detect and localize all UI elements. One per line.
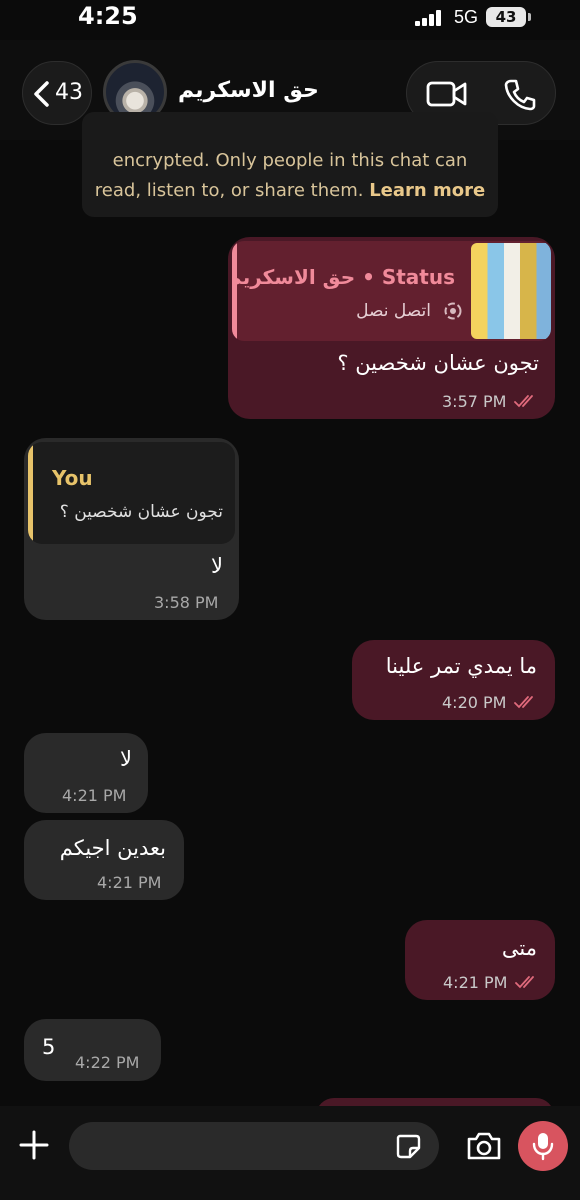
reply-subtitle: تجون عشان شخصين ؟ — [59, 502, 223, 522]
microphone-icon — [532, 1133, 554, 1161]
message-bubble-outgoing[interactable]: Status • حق الاسكريم اتصل نصل تجون عشان … — [228, 237, 555, 419]
message-time: 3:57 PM — [442, 392, 507, 411]
message-text: 5 — [42, 1035, 56, 1059]
message-time: 4:21 PM — [97, 873, 162, 892]
reply-subtitle: اتصل نصل — [356, 301, 431, 321]
message-text: لا — [120, 747, 132, 771]
status-reply-preview[interactable]: Status • حق الاسكريم اتصل نصل — [232, 241, 551, 341]
message-bubble-incoming[interactable]: You تجون عشان شخصين ؟ لا 3:58 PM — [24, 438, 239, 620]
reply-title: You — [52, 466, 93, 490]
signal-icon — [415, 10, 445, 26]
read-receipt-icon — [514, 696, 533, 709]
battery-icon: 43 — [486, 7, 526, 27]
chat-title[interactable]: حق الاسكريم — [178, 78, 319, 103]
status-ring-icon — [444, 302, 462, 320]
encryption-notice: encrypted. Only people in this chat can … — [82, 112, 498, 217]
message-time: 3:58 PM — [154, 593, 219, 612]
video-call-icon[interactable] — [425, 78, 469, 110]
quoted-reply[interactable]: You تجون عشان شخصين ؟ — [28, 442, 235, 544]
camera-icon[interactable] — [466, 1131, 502, 1161]
message-time: 4:21 PM — [443, 973, 508, 992]
message-time: 4:22 PM — [75, 1053, 140, 1072]
status-time: 4:25 — [78, 2, 138, 30]
message-text: متى — [501, 936, 537, 960]
plus-icon[interactable] — [18, 1129, 50, 1161]
message-bubble-incoming[interactable]: لا 4:21 PM — [24, 733, 148, 813]
status-thumbnail — [471, 243, 551, 339]
network-type: 5G — [454, 7, 479, 27]
reply-accent-bar — [232, 241, 237, 341]
message-text: ما يمدي تمر علينا — [385, 654, 537, 678]
message-bubble-outgoing[interactable]: متى 4:21 PM — [405, 920, 555, 1000]
message-text: تجون عشان شخصين ؟ — [337, 351, 539, 375]
sticker-icon[interactable] — [395, 1133, 421, 1159]
message-text: بعدين اجيكم — [59, 836, 166, 860]
message-time: 4:21 PM — [62, 786, 127, 805]
message-input[interactable] — [69, 1122, 439, 1170]
phone-icon[interactable] — [503, 78, 537, 112]
message-bubble-outgoing[interactable]: ما يمدي تمر علينا 4:20 PM — [352, 640, 555, 720]
reply-title: Status • حق الاسكريم — [232, 265, 455, 289]
learn-more-link[interactable]: Learn more — [369, 180, 485, 201]
encryption-line-1: encrypted. Only people in this chat can — [112, 150, 468, 171]
message-bubble-incoming[interactable]: 5 4:22 PM — [24, 1019, 161, 1081]
message-bubble-incoming[interactable]: بعدين اجيكم 4:21 PM — [24, 820, 184, 900]
battery-tip — [528, 13, 531, 21]
message-time: 4:20 PM — [442, 693, 507, 712]
message-text: لا — [211, 554, 223, 578]
encryption-line-2: read, listen to, or share them. — [94, 180, 364, 201]
read-receipt-icon — [515, 976, 534, 989]
back-button[interactable]: 43 — [22, 61, 92, 125]
reply-accent-bar — [28, 442, 33, 544]
read-receipt-icon — [514, 395, 533, 408]
chevron-left-icon — [34, 81, 49, 107]
unread-count: 43 — [55, 80, 83, 105]
microphone-button[interactable] — [518, 1121, 568, 1171]
